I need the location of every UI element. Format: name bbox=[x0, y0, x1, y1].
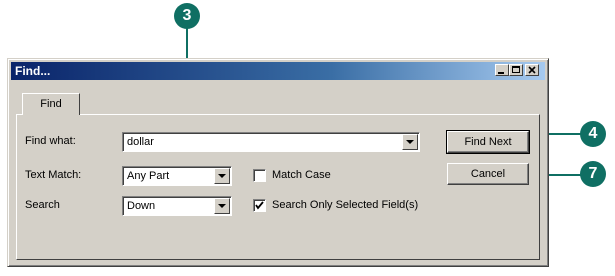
window-title: Find... bbox=[15, 64, 51, 78]
search-selected-label[interactable]: Search Only Selected Field(s) bbox=[272, 199, 418, 211]
find-what-value: dollar bbox=[127, 136, 154, 148]
title-bar[interactable]: Find... bbox=[11, 62, 545, 80]
callout-number: 4 bbox=[588, 125, 598, 142]
match-case-label[interactable]: Match Case bbox=[272, 169, 331, 181]
callout-number: 7 bbox=[588, 165, 598, 182]
text-match-value: Any Part bbox=[127, 170, 170, 182]
text-match-label: Text Match: bbox=[25, 169, 82, 181]
tab-label: Find bbox=[40, 98, 62, 110]
callout-find-what: 3 bbox=[174, 3, 200, 29]
cancel-button[interactable]: Cancel bbox=[447, 163, 529, 185]
find-dialog: Find... Find Find what: dollar Text Matc… bbox=[7, 58, 549, 267]
search-label: Search bbox=[25, 199, 60, 211]
chevron-down-icon[interactable] bbox=[214, 168, 230, 184]
find-what-label: Find what: bbox=[25, 135, 76, 147]
match-case-checkbox[interactable] bbox=[253, 169, 266, 182]
find-what-combo[interactable]: dollar bbox=[122, 132, 420, 152]
callout-cancel: 7 bbox=[580, 161, 606, 187]
callout-number: 3 bbox=[182, 7, 192, 24]
tab-find[interactable]: Find bbox=[22, 93, 80, 115]
text-match-combo[interactable]: Any Part bbox=[122, 166, 232, 186]
search-selected-checkbox[interactable] bbox=[253, 199, 266, 212]
close-icon bbox=[528, 66, 536, 74]
find-next-label: Find Next bbox=[464, 136, 512, 148]
close-button[interactable] bbox=[525, 64, 539, 76]
maximize-icon bbox=[512, 66, 520, 73]
minimize-icon bbox=[498, 72, 504, 74]
chevron-down-icon[interactable] bbox=[214, 198, 230, 214]
checkmark-icon bbox=[255, 201, 264, 210]
chevron-down-icon[interactable] bbox=[402, 134, 418, 150]
search-combo[interactable]: Down bbox=[122, 196, 232, 216]
minimize-button[interactable] bbox=[495, 64, 509, 76]
cancel-label: Cancel bbox=[470, 168, 506, 180]
search-value: Down bbox=[127, 200, 156, 212]
maximize-button[interactable] bbox=[509, 64, 523, 76]
callout-find-next: 4 bbox=[580, 121, 606, 147]
find-next-button[interactable]: Find Next bbox=[446, 130, 530, 154]
